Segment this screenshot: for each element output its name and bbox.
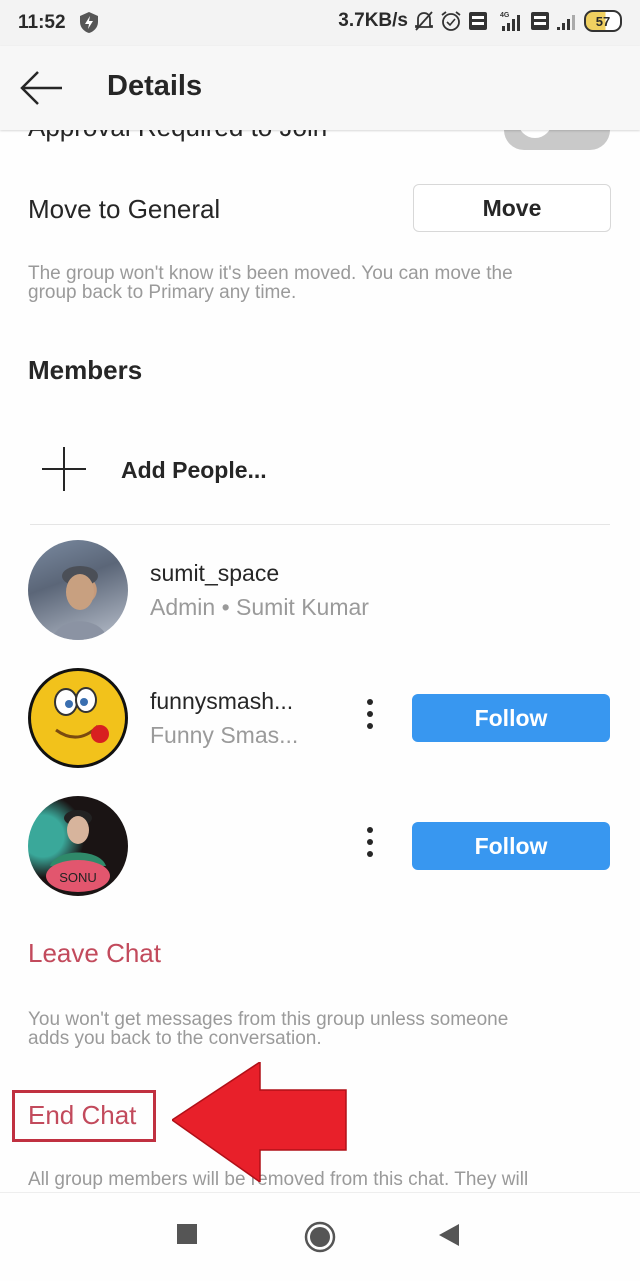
member-row[interactable]: funnysmash... Funny Smas... Follow (0, 668, 640, 768)
member-username: sumit_space (150, 560, 280, 586)
status-time: 11:52 (18, 12, 66, 33)
shield-bolt-icon (80, 12, 98, 33)
network-speed: 3.7KB/s (338, 10, 408, 31)
member-subtitle: Funny Smas... (150, 722, 299, 748)
add-people-button[interactable]: Add People... (0, 435, 640, 505)
signal-4g-icon: 4G (500, 12, 520, 31)
move-hint-line-2: group back to Primary any time. (28, 282, 297, 303)
member-row[interactable]: sumit_space Admin • Sumit Kumar (0, 540, 640, 640)
emoji-face-image (31, 671, 125, 765)
volte-icon (531, 12, 549, 30)
avatar[interactable] (28, 540, 128, 640)
member-username: funnysmash... (150, 688, 294, 714)
alarm-icon (441, 11, 461, 31)
annotation-arrow-icon (172, 1062, 347, 1182)
members-heading: Members (28, 355, 143, 385)
avatar[interactable] (28, 668, 128, 768)
battery-icon: 57 (584, 10, 622, 32)
page-title: Details (107, 70, 203, 102)
triangle-back-icon[interactable] (438, 1223, 460, 1247)
follow-button[interactable]: Follow (412, 694, 610, 742)
avatar-person-image (52, 566, 108, 640)
system-nav-bar (0, 1192, 640, 1281)
battery-level: 57 (595, 13, 611, 29)
status-bar: 11:52 3.7KB/s 4G 57 (0, 0, 640, 46)
svg-text:4G: 4G (500, 12, 510, 19)
move-hint-line-1: The group won't know it's been moved. Yo… (28, 263, 513, 284)
square-icon[interactable] (176, 1223, 198, 1245)
plus-icon (42, 447, 86, 491)
approval-required-label: Approval Required to Join (28, 130, 327, 143)
more-options-icon[interactable] (360, 696, 380, 736)
leave-chat-hint: You won't get messages from this group u… (28, 1010, 608, 1048)
circle-home-icon[interactable] (304, 1221, 336, 1253)
app-header: Details (0, 46, 640, 130)
member-row[interactable]: SONU Follow (0, 796, 640, 896)
arrow-left-icon[interactable] (18, 68, 64, 108)
mute-bell-icon (415, 11, 433, 31)
move-to-general-label: Move to General (28, 194, 221, 224)
follow-button[interactable]: Follow (412, 822, 610, 870)
approval-toggle[interactable] (504, 130, 610, 150)
divider (30, 524, 610, 525)
move-hint: The group won't know it's been moved. Yo… (28, 264, 608, 302)
leave-chat-button[interactable]: Leave Chat (28, 938, 161, 969)
signal-icon (557, 15, 575, 30)
more-options-icon[interactable] (360, 824, 380, 864)
member-subtitle: Admin • Sumit Kumar (150, 594, 369, 620)
toggle-knob (518, 130, 552, 138)
details-content[interactable]: Approval Required to Join Move to Genera… (0, 130, 640, 1192)
leave-hint-line-2: adds you back to the conversation. (28, 1028, 322, 1049)
avatar-caption: SONU (59, 870, 97, 885)
leave-hint-line-1: You won't get messages from this group u… (28, 1009, 509, 1030)
volte-icon (469, 12, 487, 30)
add-people-label: Add People... (121, 457, 267, 483)
status-right: 3.7KB/s 4G 57 (338, 10, 622, 32)
avatar[interactable]: SONU (28, 796, 128, 896)
move-button[interactable]: Move (413, 184, 611, 232)
avatar-person-image: SONU (46, 810, 110, 892)
annotation-highlight-box (12, 1090, 156, 1142)
